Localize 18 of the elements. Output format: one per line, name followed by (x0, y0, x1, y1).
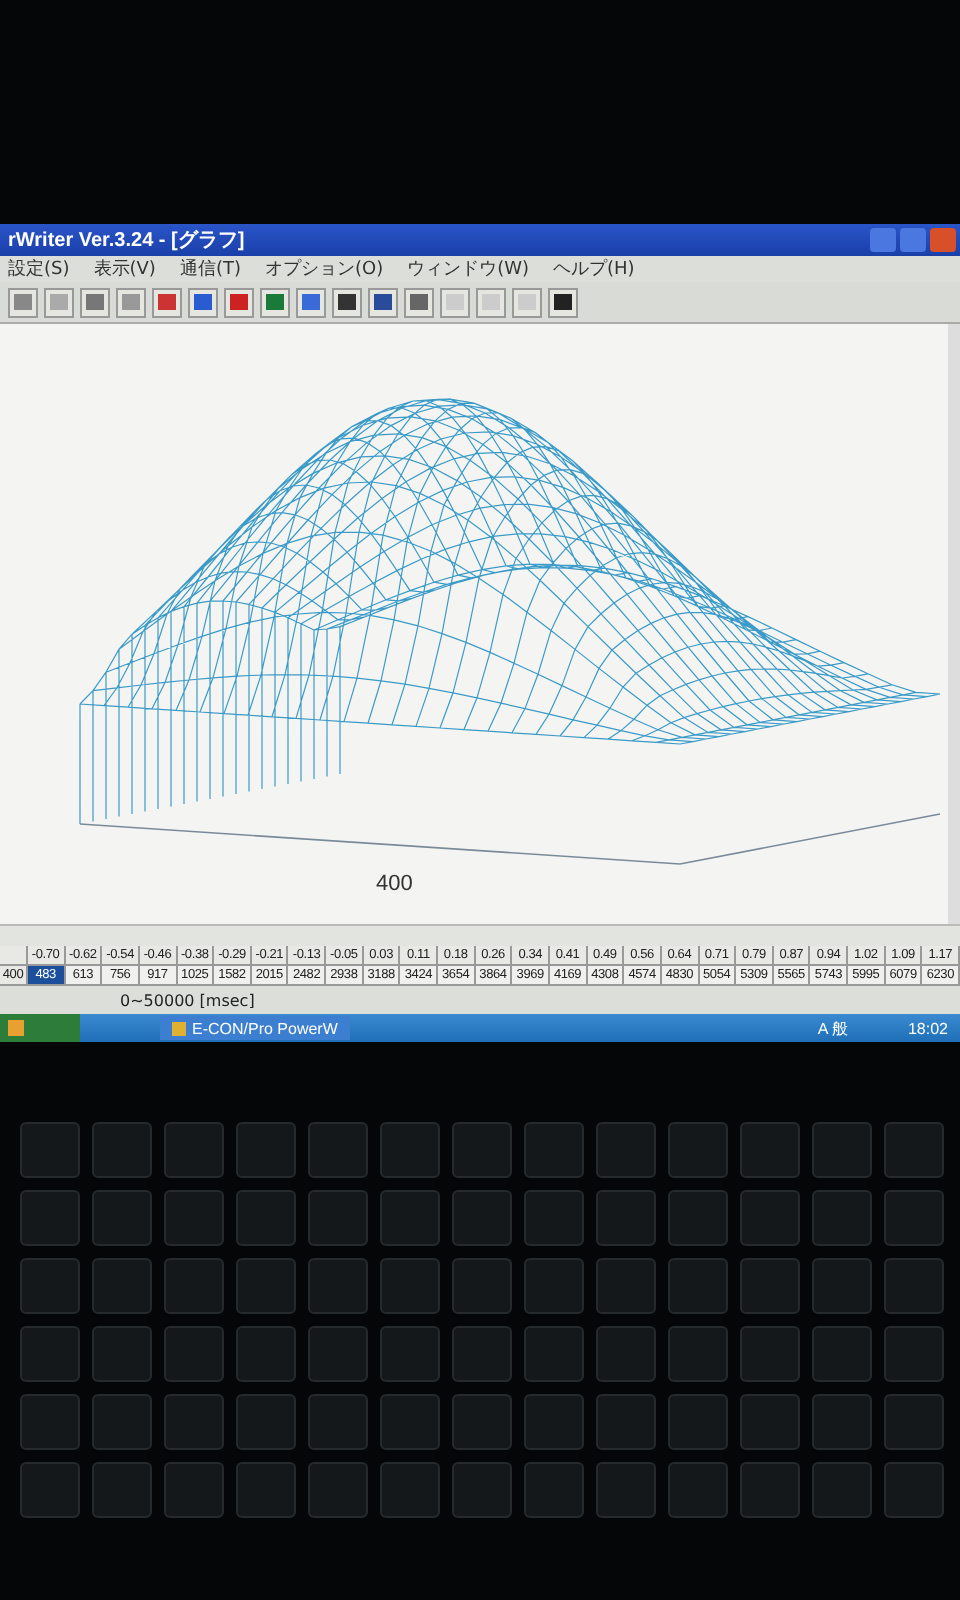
taskbar-button[interactable]: E-CON/Pro PowerW (160, 1016, 350, 1040)
table-corner (0, 946, 28, 966)
menu-item[interactable]: ウィンドウ(W) (407, 256, 529, 282)
toolbar-button[interactable] (332, 287, 362, 317)
ime-indicator[interactable]: A 般 (817, 1017, 848, 1039)
clock: 18:02 (907, 1019, 948, 1037)
menu-item[interactable]: 設定(S) (8, 256, 70, 282)
toolbar-button[interactable] (548, 287, 578, 317)
axis-label: 400 (376, 872, 413, 896)
menu-item[interactable]: 通信(T) (179, 256, 241, 282)
horizontal-scrollbar[interactable] (0, 924, 960, 946)
toolbar-button[interactable] (368, 287, 398, 317)
window-title: rWriter Ver.3.24 - [グラフ] (8, 228, 247, 254)
start-button[interactable] (0, 1014, 80, 1042)
status-text: 0~50000 [msec] (120, 991, 255, 1009)
menu-item[interactable]: ヘルプ(H) (553, 256, 635, 282)
menu-item[interactable]: オプション(O) (264, 256, 384, 282)
menu-item[interactable]: 表示(V) (93, 256, 156, 282)
